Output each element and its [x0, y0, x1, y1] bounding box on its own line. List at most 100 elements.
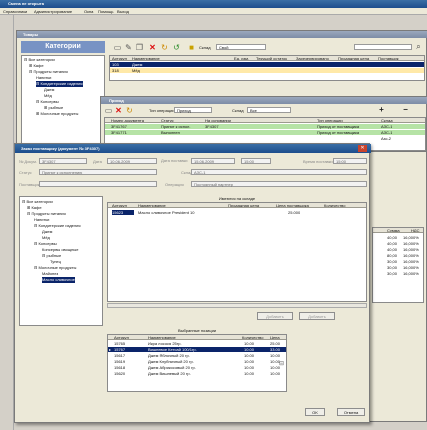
col-name[interactable]: Наименование — [132, 56, 232, 60]
tree-item-dairy[interactable]: ⊟ Молочные продукты — [34, 265, 76, 271]
status-field[interactable]: Принят к исполнению — [39, 169, 157, 175]
tree-item-drinks[interactable]: Напитки — [34, 217, 49, 223]
col-supplier[interactable]: Поставщик — [378, 56, 423, 60]
app-titlebar: Смена не открыта — [0, 0, 427, 8]
col-price[interactable]: Продажная цена — [338, 56, 376, 60]
order-title: Заказ поставщику (документ № 3F4307) — [21, 146, 100, 151]
tree-item-food[interactable]: ⊟ Продукты питания — [27, 211, 66, 217]
minus-icon[interactable]: − — [401, 105, 410, 114]
sum-row[interactable]: 30,00 16,000% — [373, 271, 423, 276]
tree-item-food[interactable]: ⊟ Продукты питания — [29, 69, 68, 75]
sum-row[interactable]: 30,00 16,000% — [373, 265, 423, 270]
cancel-button[interactable]: Отмена — [337, 408, 365, 416]
table-row[interactable]: 103 Джем — [110, 62, 424, 67]
table-row[interactable]: 3F41767 Принят к испол. 3F4307 Приход от… — [105, 124, 425, 129]
tree-item-fish[interactable]: ⊟ рыбные — [42, 253, 61, 259]
ok-button[interactable]: OK — [305, 408, 325, 416]
tree-item-tuna[interactable]: Тунец — [50, 259, 61, 265]
goods-search-input[interactable] — [354, 44, 412, 50]
date-field[interactable]: 10.06.2009 — [107, 158, 157, 164]
tree-item-mayo[interactable]: Майонез — [42, 271, 58, 277]
docs-sklad-select[interactable]: Все — [247, 107, 291, 113]
supplier-field[interactable] — [39, 181, 157, 187]
docs-new-icon[interactable]: ▭ — [104, 106, 113, 115]
table-row[interactable]: 15623 Масло сливочное President 10 25.00… — [108, 210, 366, 215]
add-all-button[interactable]: Добавить — [299, 312, 335, 320]
selected-article: 15617 — [114, 353, 126, 358]
selected-row[interactable]: 15617 Джем Яблочный 20 гр. 10.00 10.00 — [108, 353, 286, 358]
type-select[interactable]: Приход — [174, 107, 212, 113]
stock-header: Артикул Наименование Продажная цена Цена… — [108, 203, 366, 208]
table-row[interactable]: 3F41771 Выполнен Приход от поставщика АЗ… — [105, 130, 425, 135]
add-button[interactable]: Добавить — [257, 312, 293, 320]
type-label: Тип операции — [149, 108, 175, 113]
close-icon[interactable]: ✕ — [358, 145, 367, 152]
tree-item-drinks[interactable]: Напитки — [36, 75, 51, 81]
tree-item-honey[interactable]: Мёд — [44, 93, 52, 99]
selected-row[interactable]: 15618 Джем Абрикосовый 20 гр. 10.00 10.00 — [108, 365, 286, 370]
goods-grid: Артикул Наименование Ед. изм. Текущий ос… — [109, 55, 425, 81]
docs-delete-icon[interactable]: ✕ — [114, 106, 123, 115]
edit-icon[interactable]: ✎ — [124, 43, 133, 52]
sum-row[interactable]: 40,00 16,000% — [373, 247, 423, 252]
vat-value: 16,000% — [403, 253, 419, 258]
sum-row[interactable]: 30,00 16,000% — [373, 259, 423, 264]
docs-title: Приход — [109, 98, 124, 103]
app-title: Смена не открыта — [8, 1, 44, 6]
remove-item-icon[interactable]: ⊟ — [277, 360, 286, 369]
tree-item-jam[interactable]: Джем — [44, 87, 54, 93]
selected-row[interactable]: 15620 Джем Вишневый 20 гр. 10.00 10.00 — [108, 371, 286, 376]
col-reserved[interactable]: Зарезервировано — [296, 56, 336, 60]
tree-item-all[interactable]: ⊟ Все категории — [22, 199, 53, 205]
sklad-select[interactable]: Свой — [216, 44, 266, 50]
menu-windows[interactable]: Окна — [84, 8, 93, 15]
menu-help[interactable]: Помощь — [98, 8, 113, 15]
delivery-date-field[interactable]: 15.06.2009 — [191, 158, 235, 164]
selected-name: Джем Яблочный 20 гр. — [148, 353, 190, 358]
sklad-field[interactable]: АЗС-1 — [191, 169, 367, 175]
tree-item-canned[interactable]: ⊟ Консервы — [36, 99, 59, 105]
new-doc-icon[interactable]: ▭ — [113, 43, 122, 52]
tree-item-canned-veg[interactable]: Консервы овощные — [42, 247, 78, 253]
copy-icon[interactable]: ❐ — [135, 43, 144, 52]
time-field[interactable]: 15:00 — [241, 158, 271, 164]
tree-item-butter[interactable]: Масло сливочное — [42, 277, 75, 283]
tree-item-dairy[interactable]: ⊞ Молочные продукты — [36, 111, 78, 117]
menu-admin[interactable]: Администрирование — [34, 8, 72, 15]
stock-scrollbar[interactable] — [107, 303, 367, 308]
tree-item-cafe[interactable]: ⊞ Кафе — [29, 63, 44, 69]
operation-field[interactable]: Постоянный партнер — [191, 181, 367, 187]
sum-row[interactable]: 40,00 16,000% — [373, 235, 423, 240]
tree-item-fish[interactable]: ⊞ рыбные — [44, 105, 63, 111]
selected-row[interactable]: 15619 Джем Клубничный 20 гр. 10.00 10.00 — [108, 359, 286, 364]
sum-row[interactable]: 80,00 16,000% — [373, 253, 423, 258]
vat-value: 16,000% — [403, 271, 419, 276]
selected-row[interactable]: ▸ 15767 Вишневое Кетсай 100/1гр. 10.00 33.00 — [108, 347, 286, 352]
tree-item-canned[interactable]: ⊟ Консервы — [34, 241, 57, 247]
tree-item-all[interactable]: ⊟ Все категории — [24, 57, 55, 63]
sklad-label: Склад — [199, 45, 211, 50]
menu-reference[interactable]: Справочники — [3, 8, 27, 15]
tree-item-jam[interactable]: Джем — [42, 229, 52, 235]
refresh-icon[interactable]: ↻ — [160, 43, 169, 52]
time2-field[interactable]: 15:00 — [333, 158, 367, 164]
table-row[interactable]: Азс-2 — [105, 136, 425, 141]
col-unit[interactable]: Ед. изм. — [234, 56, 254, 60]
col-article[interactable]: Артикул — [112, 56, 130, 60]
add-icon[interactable]: + — [377, 105, 386, 114]
table-row[interactable]: 318 Мёд — [110, 68, 424, 73]
tree-item-confectionery[interactable]: ⊟ Кондитерские изделия — [34, 223, 81, 229]
tree-item-confectionery[interactable]: ⊟ Кондитерские изделия — [36, 81, 83, 87]
sync-icon[interactable]: ↺ — [172, 43, 181, 52]
tree-item-honey[interactable]: Мёд — [42, 235, 50, 241]
col-stock[interactable]: Текущий остаток — [256, 56, 294, 60]
folder-icon[interactable]: ■ — [187, 43, 196, 52]
number-field[interactable]: 3F4307 — [39, 158, 87, 164]
docs-refresh-icon[interactable]: ↻ — [125, 106, 134, 115]
delete-icon[interactable]: ✕ — [148, 43, 157, 52]
menu-exit[interactable]: Выход — [117, 8, 129, 15]
tree-item-cafe[interactable]: ⊞ Кафе — [27, 205, 42, 211]
sum-row[interactable]: 40,00 16,000% — [373, 241, 423, 246]
search-icon[interactable]: ⌕ — [414, 42, 423, 51]
selected-row[interactable]: 15765 Икра лосося 25гр. 10.00 25.00 — [108, 341, 286, 346]
